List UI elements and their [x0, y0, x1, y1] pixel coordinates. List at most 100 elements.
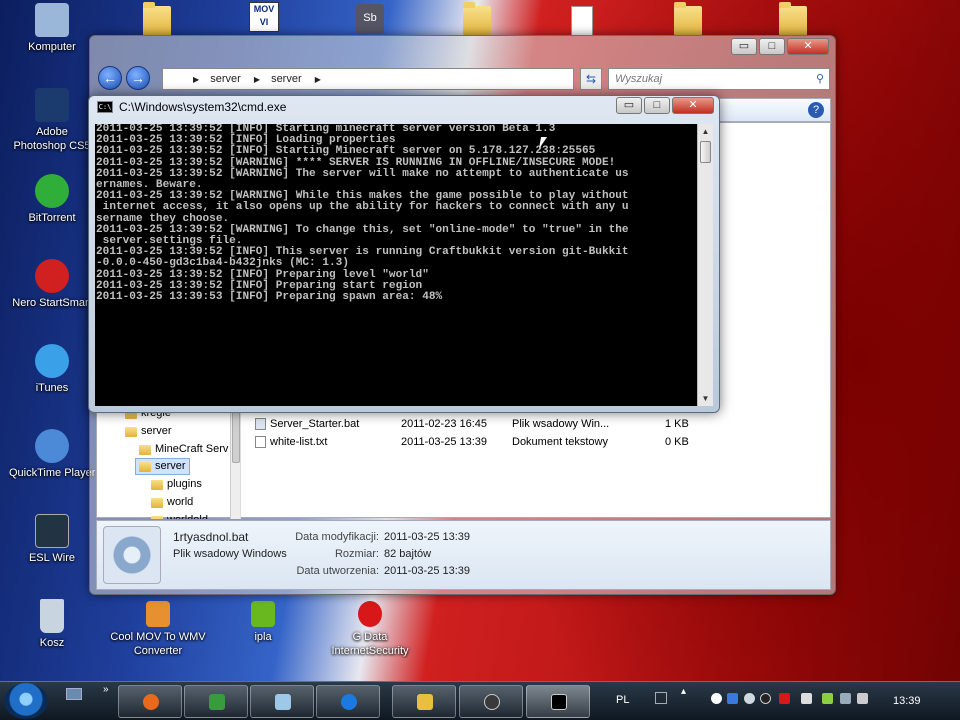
file-name: white-list.txt [270, 436, 328, 448]
esl-wire-icon [35, 514, 69, 548]
folder-icon[interactable] [779, 2, 807, 36]
computer-icon [35, 3, 69, 37]
more-icon[interactable]: » [103, 684, 109, 695]
file-date: 2011-03-25 13:39 [401, 436, 488, 448]
firefox-icon [143, 694, 159, 710]
esl-wire-desktop-icon[interactable]: ESL Wire [9, 514, 95, 565]
gdata-tray-icon[interactable] [779, 693, 790, 704]
cmd-icon [551, 694, 567, 710]
gdata-icon [358, 601, 382, 627]
start-button[interactable] [4, 683, 48, 719]
cmd-title-bar[interactable]: C:\ C:\Windows\system32\cmd.exe [97, 100, 286, 114]
notepad-icon [275, 694, 291, 710]
nav-item-world[interactable]: world [151, 494, 193, 511]
converter-desktop-icon[interactable]: Cool MOV To WMV Converter [106, 601, 210, 658]
desktop-icon-label: QuickTime Player [9, 467, 95, 479]
desktop-icon-label: G Data InternetSecurity [331, 631, 409, 657]
taskbar-firefox-button[interactable] [118, 685, 182, 718]
folder-icon[interactable] [463, 2, 491, 36]
quicktime-icon [35, 429, 69, 463]
quicktime-desktop-icon[interactable]: QuickTime Player [9, 429, 95, 480]
maximize-button[interactable]: □ [644, 97, 670, 114]
breadcrumb-server[interactable]: server [210, 73, 241, 85]
cmd-title: C:\Windows\system32\cmd.exe [119, 100, 287, 114]
address-bar[interactable]: ▶ server ▶ server ▶ [162, 68, 574, 90]
ipla-desktop-icon[interactable]: ipla [220, 601, 306, 644]
folder-icon[interactable] [143, 2, 171, 36]
desktop-icon-label: ESL Wire [28, 552, 76, 564]
nav-item-server[interactable]: server [125, 423, 172, 440]
taskbar-steam-button[interactable] [459, 685, 523, 718]
steam-tray-icon[interactable] [760, 693, 771, 704]
itunes-icon [35, 344, 69, 378]
volume-icon[interactable] [857, 693, 868, 704]
scroll-down-icon[interactable]: ▼ [698, 391, 713, 406]
bittorrent-desktop-icon[interactable]: BitTorrent [9, 174, 95, 225]
taskbar-explorer-button[interactable] [392, 685, 456, 718]
tray-app-icon[interactable] [801, 693, 812, 704]
language-indicator[interactable]: PL [616, 694, 629, 706]
taskbar-photo-app-button[interactable] [184, 685, 248, 718]
console-output[interactable]: 2011-03-25 13:39:52 [INFO] Starting mine… [95, 124, 697, 406]
clock[interactable]: 13:39 [893, 695, 921, 707]
tray-app-icon[interactable] [744, 693, 755, 704]
converter-icon [146, 601, 170, 627]
network-icon[interactable] [840, 693, 851, 704]
mov-file-icon[interactable]: MOV VI [249, 2, 279, 32]
desktop-icon-label: iTunes [35, 382, 69, 394]
help-icon[interactable]: ? [808, 102, 824, 118]
document-icon[interactable] [571, 6, 593, 36]
forward-button[interactable]: → [126, 66, 150, 90]
table-row[interactable]: Server_Starter.bat 2011-02-23 16:45 Plik… [249, 416, 689, 432]
details-size-value: 82 bajtów [384, 548, 432, 560]
itunes-desktop-icon[interactable]: iTunes [9, 344, 95, 395]
search-placeholder: Wyszukaj [615, 73, 663, 85]
minimize-button[interactable]: ▭ [731, 38, 757, 55]
nav-item-label: world [167, 496, 194, 508]
nero-desktop-icon[interactable]: Nero StartSmart [9, 259, 95, 310]
computer-desktop-icon[interactable]: Komputer [9, 3, 95, 54]
keyboard-icon[interactable] [655, 692, 667, 704]
nav-item-server-selected[interactable]: server [135, 458, 190, 475]
refresh-button[interactable]: ⇆ [580, 68, 602, 90]
taskbar-browser-button[interactable] [316, 685, 380, 718]
sb-file-icon[interactable]: Sb [356, 4, 384, 34]
nav-item-plugins[interactable]: plugins [151, 476, 202, 493]
search-input[interactable]: Wyszukaj ⚲ [608, 68, 830, 90]
tray-app-icon[interactable] [711, 693, 722, 704]
show-desktop-icon[interactable] [66, 688, 82, 700]
details-pane: 1rtyasdnol.bat Plik wsadowy Windows Data… [96, 520, 831, 590]
recycle-bin-desktop-icon[interactable]: Kosz [9, 599, 95, 650]
folder-icon[interactable] [674, 2, 702, 36]
details-size-label: Rozmiar: [334, 548, 379, 560]
nav-item-label: MineCraft Serv [155, 443, 229, 455]
nav-item-worldold[interactable]: worldold [151, 512, 208, 519]
scroll-up-icon[interactable]: ▲ [698, 124, 713, 139]
browser-icon [341, 694, 357, 710]
scrollbar-thumb[interactable] [700, 141, 711, 163]
tray-expand-icon[interactable]: ▴ [681, 686, 686, 697]
desktop-icon-label: ipla [254, 631, 272, 643]
close-button[interactable]: ✕ [672, 97, 714, 114]
search-icon[interactable]: ⚲ [816, 69, 824, 89]
nav-item-label: server [141, 425, 172, 437]
details-created-value: 2011-03-25 13:39 [384, 565, 471, 577]
cmd-scrollbar[interactable]: ▲ ▼ [697, 124, 713, 406]
folder-icon [125, 426, 137, 437]
folder-icon [151, 479, 163, 490]
close-button[interactable]: ✕ [787, 38, 829, 55]
tray-app-icon[interactable] [727, 693, 738, 704]
taskbar-notepad-button[interactable] [250, 685, 314, 718]
minimize-button[interactable]: ▭ [616, 97, 642, 114]
console-line: internet access, it also opens up the ab… [96, 201, 629, 214]
taskbar-cmd-button[interactable] [526, 685, 590, 718]
photoshop-desktop-icon[interactable]: Adobe Photoshop CS5 [2, 88, 102, 153]
text-file-icon [255, 436, 266, 448]
maximize-button[interactable]: □ [759, 38, 785, 55]
breadcrumb-server[interactable]: server [271, 73, 302, 85]
gdata-desktop-icon[interactable]: G Data InternetSecurity [318, 601, 422, 658]
back-button[interactable]: ← [98, 66, 122, 90]
table-row[interactable]: white-list.txt 2011-03-25 13:39 Dokument… [249, 434, 689, 450]
tray-app-icon[interactable] [822, 693, 833, 704]
nav-item-minecraft-serv[interactable]: MineCraft Serv [139, 441, 228, 458]
